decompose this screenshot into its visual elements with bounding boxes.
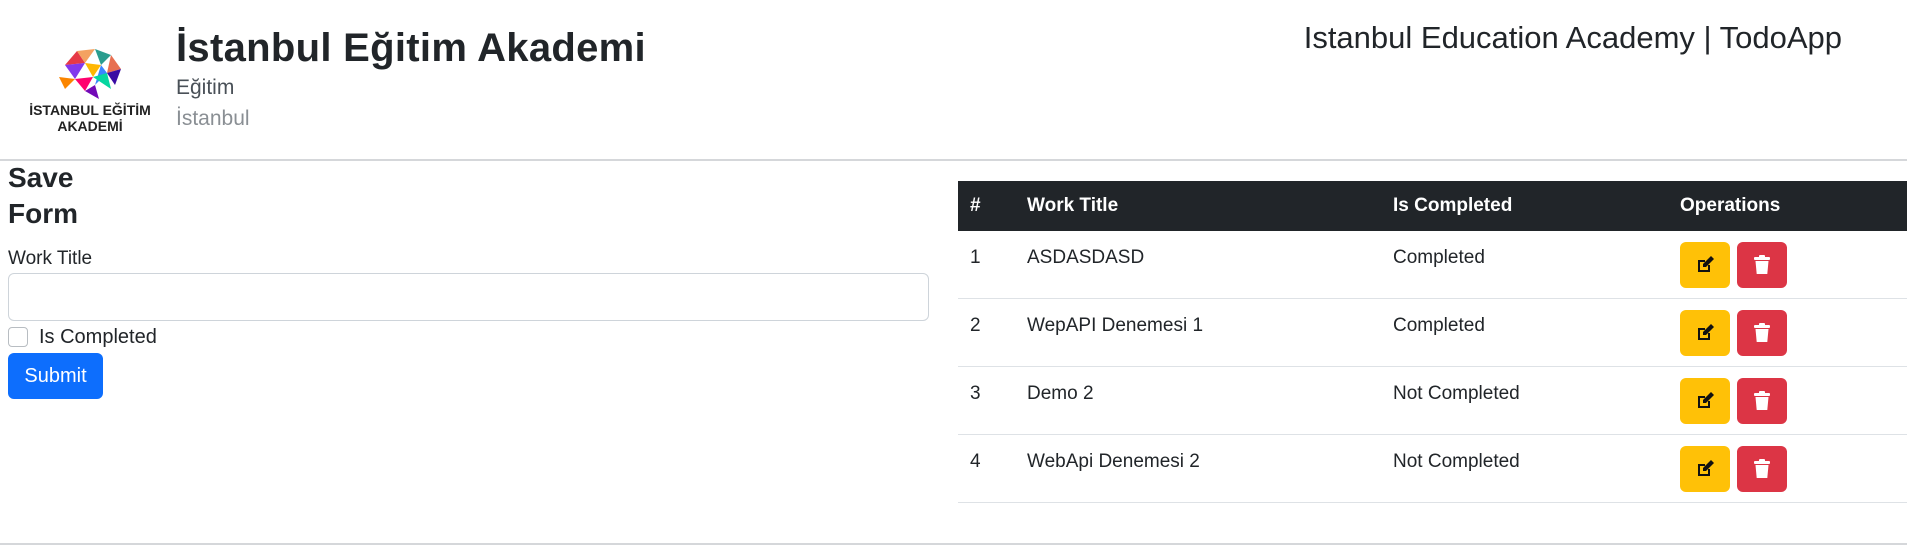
row-operations — [1680, 446, 1787, 492]
row-title: Demo 2 — [1027, 383, 1094, 404]
site-title[interactable]: Istanbul Education Academy | TodoApp — [1304, 20, 1842, 56]
work-title-label: Work Title — [8, 248, 93, 269]
trash-icon — [1754, 255, 1770, 274]
trash-icon — [1754, 391, 1770, 410]
edit-icon — [1698, 256, 1714, 272]
column-header-number: # — [970, 195, 981, 216]
trash-icon — [1754, 459, 1770, 478]
brand-location: İstanbul — [176, 107, 250, 130]
is-completed-checkbox[interactable] — [8, 327, 28, 347]
row-status: Completed — [1393, 315, 1485, 336]
edit-button[interactable] — [1680, 310, 1730, 356]
brand-title: İstanbul Eğitim Akademi — [176, 26, 646, 70]
todo-table: # Work Title Is Completed Operations 1 A… — [958, 181, 1907, 503]
row-status: Not Completed — [1393, 451, 1520, 472]
delete-button[interactable] — [1737, 242, 1787, 288]
work-title-input[interactable] — [8, 273, 929, 321]
column-header-operations: Operations — [1680, 195, 1781, 216]
header: İSTANBUL EĞİTİM AKADEMİ İstanbul Eğitim … — [0, 0, 1907, 160]
edit-button[interactable] — [1680, 446, 1730, 492]
table-header: # Work Title Is Completed Operations — [958, 181, 1907, 231]
edit-icon — [1698, 392, 1714, 408]
row-operations — [1680, 310, 1787, 356]
table-row: 4 WebApi Denemesi 2 Not Completed — [958, 435, 1907, 503]
row-operations — [1680, 378, 1787, 424]
trash-icon — [1754, 323, 1770, 342]
header-divider — [0, 159, 1907, 161]
delete-button[interactable] — [1737, 310, 1787, 356]
footer-divider — [0, 543, 1907, 545]
row-status: Completed — [1393, 247, 1485, 268]
row-title: WebApi Denemesi 2 — [1027, 451, 1200, 472]
edit-icon — [1698, 460, 1714, 476]
row-status: Not Completed — [1393, 383, 1520, 404]
column-header-work-title: Work Title — [1027, 195, 1119, 216]
row-operations — [1680, 242, 1787, 288]
logo-text-line2: AKADEMİ — [57, 118, 123, 134]
edit-button[interactable] — [1680, 242, 1730, 288]
brain-logo-icon — [59, 49, 121, 99]
logo-text: İSTANBUL EĞİTİM AKADEMİ — [20, 102, 160, 134]
table-row: 3 Demo 2 Not Completed — [958, 367, 1907, 435]
edit-icon — [1698, 324, 1714, 340]
row-id: 2 — [970, 315, 981, 336]
row-id: 4 — [970, 451, 981, 472]
logo-text-line1: İSTANBUL EĞİTİM — [29, 102, 151, 118]
row-title: WepAPI Denemesi 1 — [1027, 315, 1204, 336]
is-completed-row: Is Completed — [8, 324, 157, 350]
table-row: 1 ASDASDASD Completed — [958, 231, 1907, 299]
academy-logo[interactable]: İSTANBUL EĞİTİM AKADEMİ — [20, 40, 160, 140]
submit-button[interactable]: Submit — [8, 353, 103, 399]
row-id: 1 — [970, 247, 981, 268]
edit-button[interactable] — [1680, 378, 1730, 424]
column-header-is-completed: Is Completed — [1393, 195, 1513, 216]
page: İSTANBUL EĞİTİM AKADEMİ İstanbul Eğitim … — [0, 0, 1907, 555]
is-completed-label[interactable]: Is Completed — [39, 326, 157, 349]
delete-button[interactable] — [1737, 378, 1787, 424]
table-row: 2 WepAPI Denemesi 1 Completed — [958, 299, 1907, 367]
brand-subtitle: Eğitim — [176, 76, 235, 99]
row-id: 3 — [970, 383, 981, 404]
row-title: ASDASDASD — [1027, 247, 1145, 268]
form-heading: Save Form — [8, 162, 78, 229]
delete-button[interactable] — [1737, 446, 1787, 492]
